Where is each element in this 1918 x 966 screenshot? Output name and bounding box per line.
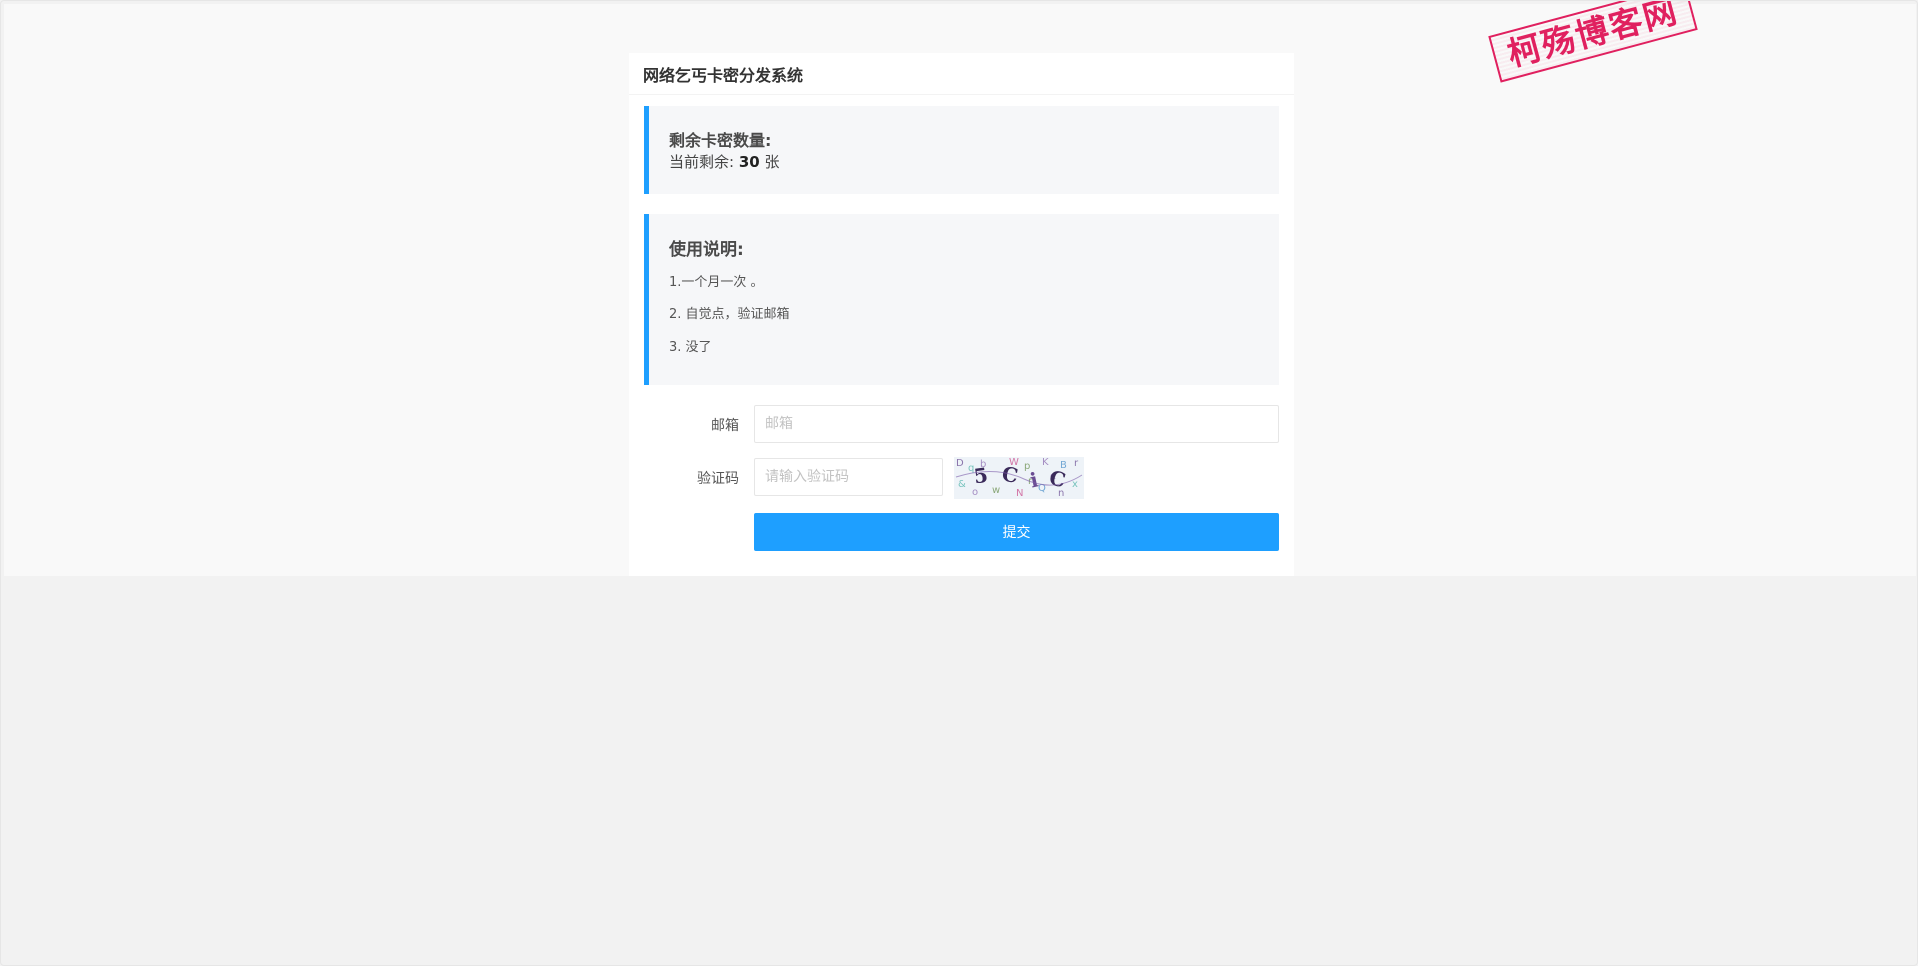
email-input[interactable]	[754, 405, 1279, 443]
stock-unit: 张	[764, 153, 780, 171]
usage-panel: 使用说明: 1.一个月一次 。 2. 自觉点，验证邮箱 3. 没了	[644, 214, 1279, 385]
stock-panel: 剩余卡密数量: 当前剩余: 30 张	[644, 106, 1279, 194]
captcha-label: 验证码	[697, 471, 739, 487]
usage-title: 使用说明:	[669, 240, 744, 260]
email-label: 邮箱	[711, 418, 739, 434]
svg-text:o: o	[972, 487, 978, 498]
svg-text:K: K	[1042, 457, 1049, 468]
svg-text:&: &	[958, 479, 966, 490]
stock-prefix: 当前剩余:	[669, 153, 735, 171]
svg-text:N: N	[1016, 488, 1023, 499]
svg-text:w: w	[992, 485, 1000, 496]
card-title: 网络乞丐卡密分发系统	[629, 53, 1294, 95]
stock-title: 剩余卡密数量:	[669, 131, 772, 150]
browser-viewport: 网络乞丐卡密分发系统 剩余卡密数量: 当前剩余: 30 张 使用说明: 1.一个…	[0, 0, 1918, 966]
stock-line: 当前剩余: 30 张	[669, 151, 780, 172]
usage-item: 2. 自觉点，验证邮箱	[669, 307, 790, 322]
submit-button[interactable]: 提交	[754, 513, 1279, 551]
captcha-image[interactable]: D q b W p K B r & o w N Q n x e r 5 C i …	[954, 457, 1084, 499]
captcha-graphic: D q b W p K B r & o w N Q n x e r 5 C i …	[954, 457, 1084, 499]
captcha-input[interactable]	[754, 458, 943, 496]
usage-item: 3. 没了	[669, 340, 712, 355]
svg-text:x: x	[1072, 479, 1078, 490]
svg-text:D: D	[956, 458, 964, 469]
stock-count: 30	[738, 153, 760, 171]
main-card: 网络乞丐卡密分发系统 剩余卡密数量: 当前剩余: 30 张 使用说明: 1.一个…	[629, 53, 1294, 576]
usage-item: 1.一个月一次 。	[669, 275, 764, 290]
